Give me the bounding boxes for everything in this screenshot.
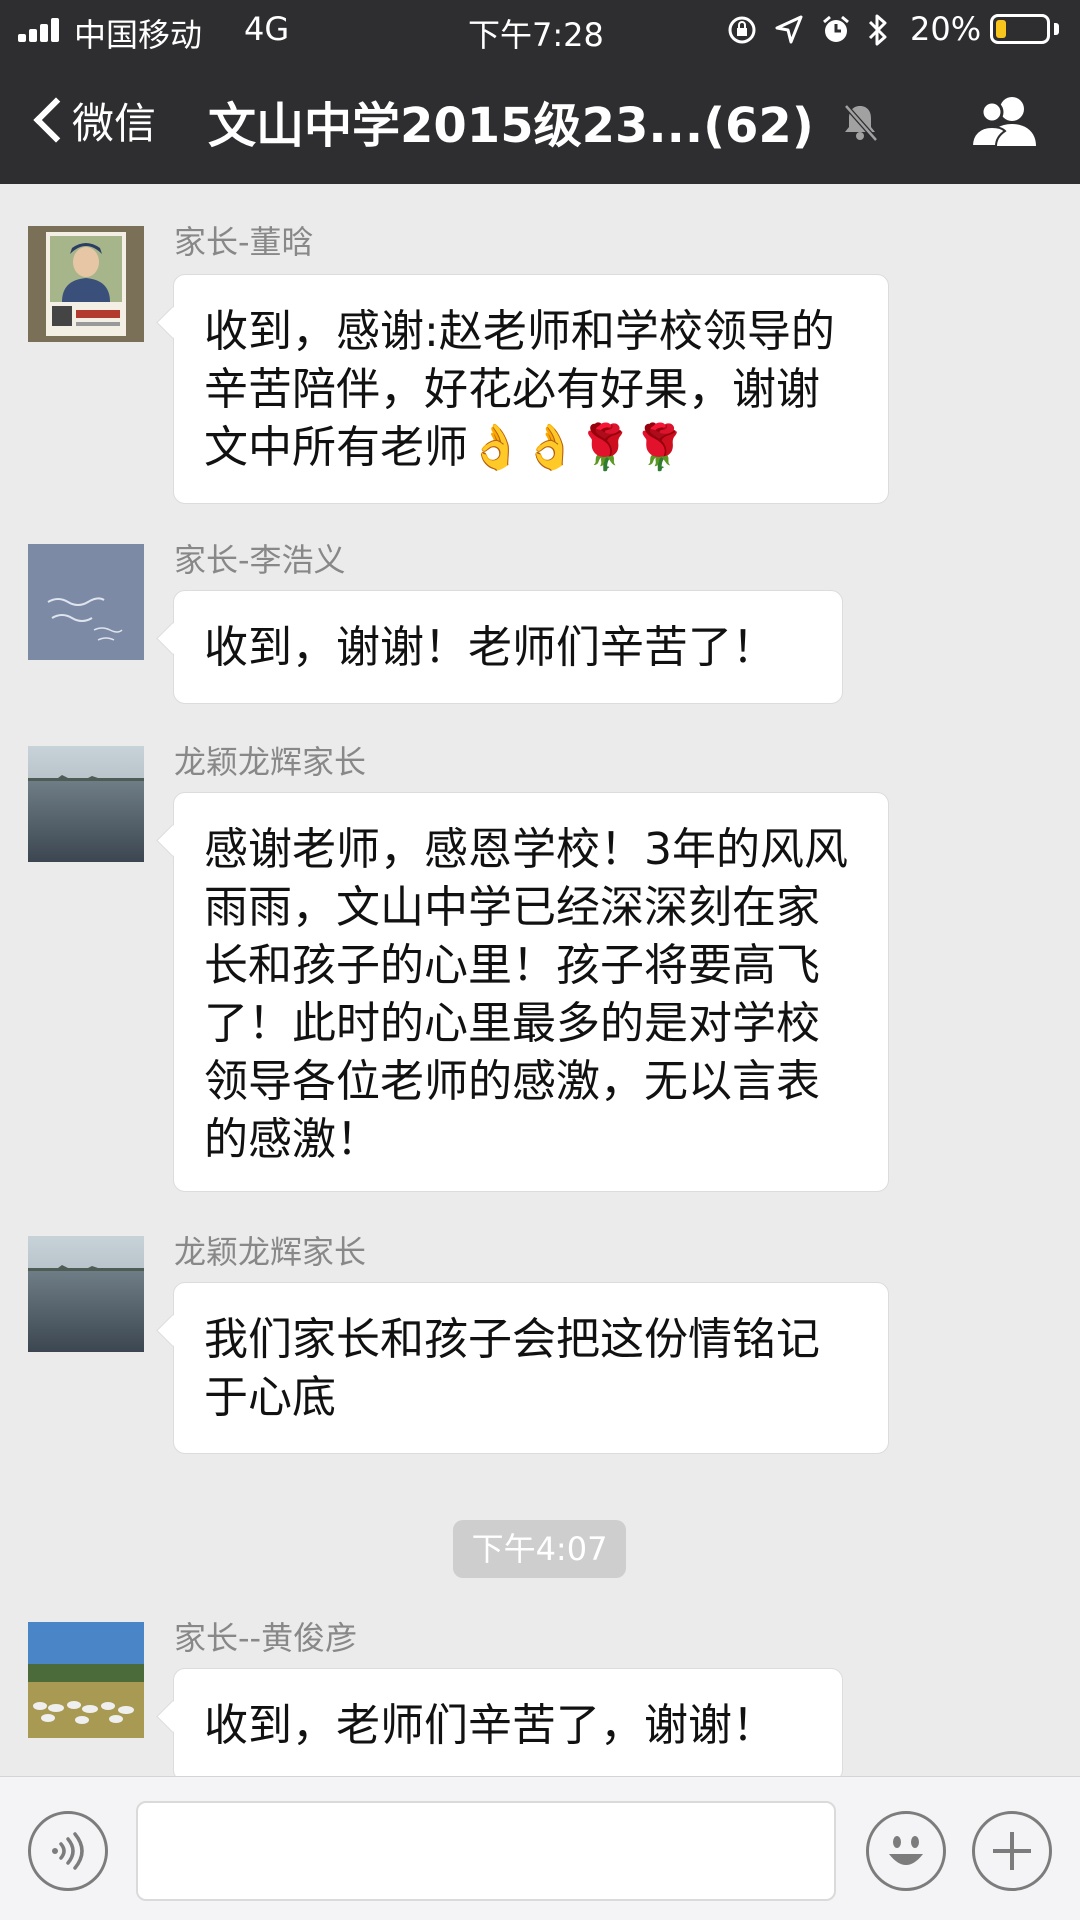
plus-icon (993, 1832, 1031, 1870)
battery-icon (990, 14, 1050, 44)
emoji-icon (889, 1836, 923, 1865)
status-time: 下午7:28 (468, 16, 604, 54)
nav-bar: 微信 文山中学2015级23...(62) (0, 60, 1080, 184)
message-text: 我们家长和孩子会把这份情铭记于心底 (204, 1314, 820, 1423)
message-bubble[interactable]: 我们家长和孩子会把这份情铭记于心底 (173, 1282, 889, 1454)
voice-icon (52, 1832, 84, 1870)
mute-bell-icon (838, 100, 882, 144)
network-type: 4G (244, 10, 290, 48)
message-bubble[interactable]: 收到，老师们辛苦了，谢谢！ (173, 1668, 843, 1782)
location-arrow-icon (774, 10, 804, 57)
message-text: 收到，谢谢！老师们辛苦了！ (204, 622, 776, 673)
message-bubble[interactable]: 收到，感谢:赵老师和学校领导的辛苦陪伴，好花必有好果，谢谢文中所有老师👌👌🌹🌹 (173, 274, 889, 504)
status-bar: 中国移动 4G 下午7:28 20% (0, 0, 1080, 60)
sender-name: 家长--黄俊彦 (174, 1619, 358, 1657)
chat-title: 文山中学2015级23...(62) (208, 98, 814, 154)
message-bubble[interactable]: 感谢老师，感恩学校！3年的风风雨雨，文山中学已经深深刻在家长和孩子的心里！孩子将… (173, 792, 889, 1192)
message-item: 龙颖龙辉家长 感谢老师，感恩学校！3年的风风雨雨，文山中学已经深深刻在家长和孩子… (0, 742, 1080, 1192)
emoji-button[interactable] (866, 1811, 946, 1891)
message-text: 感谢老师，感恩学校！3年的风风雨雨，文山中学已经深深刻在家长和孩子的心里！孩子将… (204, 824, 848, 1165)
timestamp-divider: 下午4:07 (453, 1520, 626, 1578)
message-bubble[interactable]: 收到，谢谢！老师们辛苦了！ (173, 590, 843, 704)
sender-name: 家长-董晗 (174, 223, 314, 261)
avatar[interactable] (28, 746, 144, 862)
avatar[interactable] (28, 1236, 144, 1352)
carrier-name: 中国移动 (74, 16, 203, 54)
avatar[interactable] (28, 1622, 144, 1738)
message-item: 家长-董晗 收到，感谢:赵老师和学校领导的辛苦陪伴，好花必有好果，谢谢文中所有老… (0, 222, 1080, 512)
voice-button[interactable] (28, 1811, 108, 1891)
avatar[interactable] (28, 226, 144, 342)
back-label: 微信 (72, 99, 157, 148)
message-item: 家长-李浩义 收到，谢谢！老师们辛苦了！ (0, 540, 1080, 710)
message-item: 家长--黄俊彦 收到，老师们辛苦了，谢谢！ (0, 1618, 1080, 1782)
message-item: 龙颖龙辉家长 我们家长和孩子会把这份情铭记于心底 (0, 1232, 1080, 1454)
alarm-icon (820, 10, 852, 57)
orientation-lock-icon (726, 10, 758, 57)
sender-name: 龙颖龙辉家长 (174, 743, 367, 781)
battery-level (996, 20, 1006, 38)
avatar[interactable] (28, 544, 144, 660)
message-input[interactable] (136, 1801, 836, 1901)
bluetooth-icon (866, 10, 890, 58)
sender-name: 家长-李浩义 (174, 541, 346, 579)
wechat-group-chat-screen: 中国移动 4G 下午7:28 20% 微信 文山中学2015级23...(62)… (0, 0, 1080, 1920)
message-text: 收到，感谢:赵老师和学校领导的辛苦陪伴，好花必有好果，谢谢文中所有老师👌👌🌹🌹 (204, 306, 835, 473)
back-button[interactable]: 微信 (0, 60, 180, 184)
signal-strength-icon (18, 18, 64, 42)
message-text: 收到，老师们辛苦了，谢谢！ (204, 1700, 776, 1751)
battery-percent: 20% (910, 10, 982, 48)
input-bar (0, 1776, 1080, 1920)
group-members-icon[interactable] (970, 94, 1042, 148)
more-plus-button[interactable] (972, 1811, 1052, 1891)
sender-name: 龙颖龙辉家长 (174, 1233, 367, 1271)
header: 中国移动 4G 下午7:28 20% 微信 文山中学2015级23...(62) (0, 0, 1080, 184)
